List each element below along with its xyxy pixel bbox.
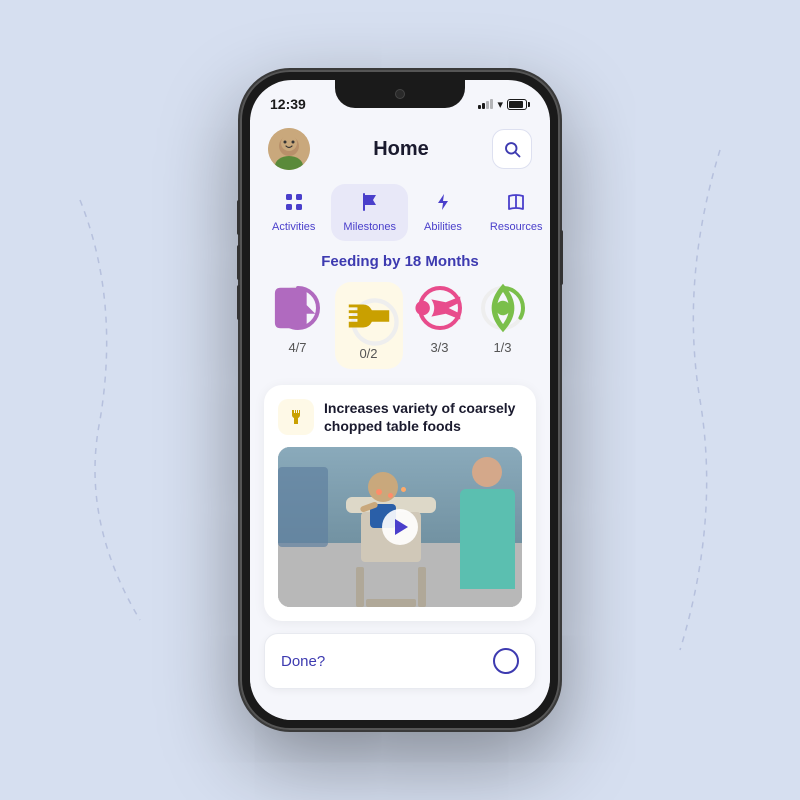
abilities-icon — [433, 192, 453, 217]
camera — [395, 89, 405, 99]
page-title: Home — [373, 138, 429, 161]
progress-food[interactable]: 0/2 — [335, 282, 403, 369]
activities-icon — [284, 192, 304, 217]
tab-milestones-label: Milestones — [343, 221, 396, 233]
tab-resources[interactable]: Resources — [478, 184, 550, 241]
notch — [335, 80, 465, 108]
card-header: Increases variety of coarsely chopped ta… — [278, 399, 522, 435]
progress-walk-label: 3/3 — [430, 340, 448, 355]
app-header: Home — [250, 120, 550, 180]
card-icon — [278, 399, 314, 435]
status-time: 12:39 — [270, 92, 306, 112]
nav-tabs: Activities Milestones — [250, 180, 550, 249]
resources-icon — [506, 192, 526, 217]
progress-eye[interactable]: 1/3 — [477, 282, 529, 369]
tab-milestones[interactable]: Milestones — [331, 184, 408, 241]
signal-icon — [478, 99, 493, 109]
tab-activities-label: Activities — [272, 221, 315, 233]
avatar[interactable] — [268, 128, 310, 170]
tab-activities[interactable]: Activities — [260, 184, 327, 241]
phone-screen: 12:39 ▾ — [250, 80, 550, 720]
tab-abilities-label: Abilities — [424, 221, 462, 233]
video-thumbnail[interactable] — [278, 447, 522, 607]
tab-abilities[interactable]: Abilities — [412, 184, 474, 241]
done-field[interactable]: Done? — [264, 633, 536, 689]
search-button[interactable] — [492, 129, 532, 169]
done-checkbox[interactable] — [493, 648, 519, 674]
progress-chat[interactable]: 4/7 — [272, 282, 324, 369]
wifi-icon: ▾ — [497, 98, 503, 111]
card-title: Increases variety of coarsely chopped ta… — [324, 399, 522, 435]
app-content: Home — [250, 120, 550, 720]
milestones-icon — [360, 192, 380, 217]
progress-walk[interactable]: 3/3 — [414, 282, 466, 369]
battery-icon — [507, 99, 530, 110]
progress-row: 4/7 — [250, 282, 550, 369]
status-icons: ▾ — [478, 94, 530, 111]
section-title: Feeding by 18 Months — [250, 253, 550, 270]
done-label: Done? — [281, 653, 325, 670]
phone-frame: 12:39 ▾ — [240, 70, 560, 730]
tab-resources-label: Resources — [490, 221, 543, 233]
progress-chat-label: 4/7 — [288, 340, 306, 355]
activity-card[interactable]: Increases variety of coarsely chopped ta… — [264, 385, 536, 621]
progress-eye-label: 1/3 — [493, 340, 511, 355]
